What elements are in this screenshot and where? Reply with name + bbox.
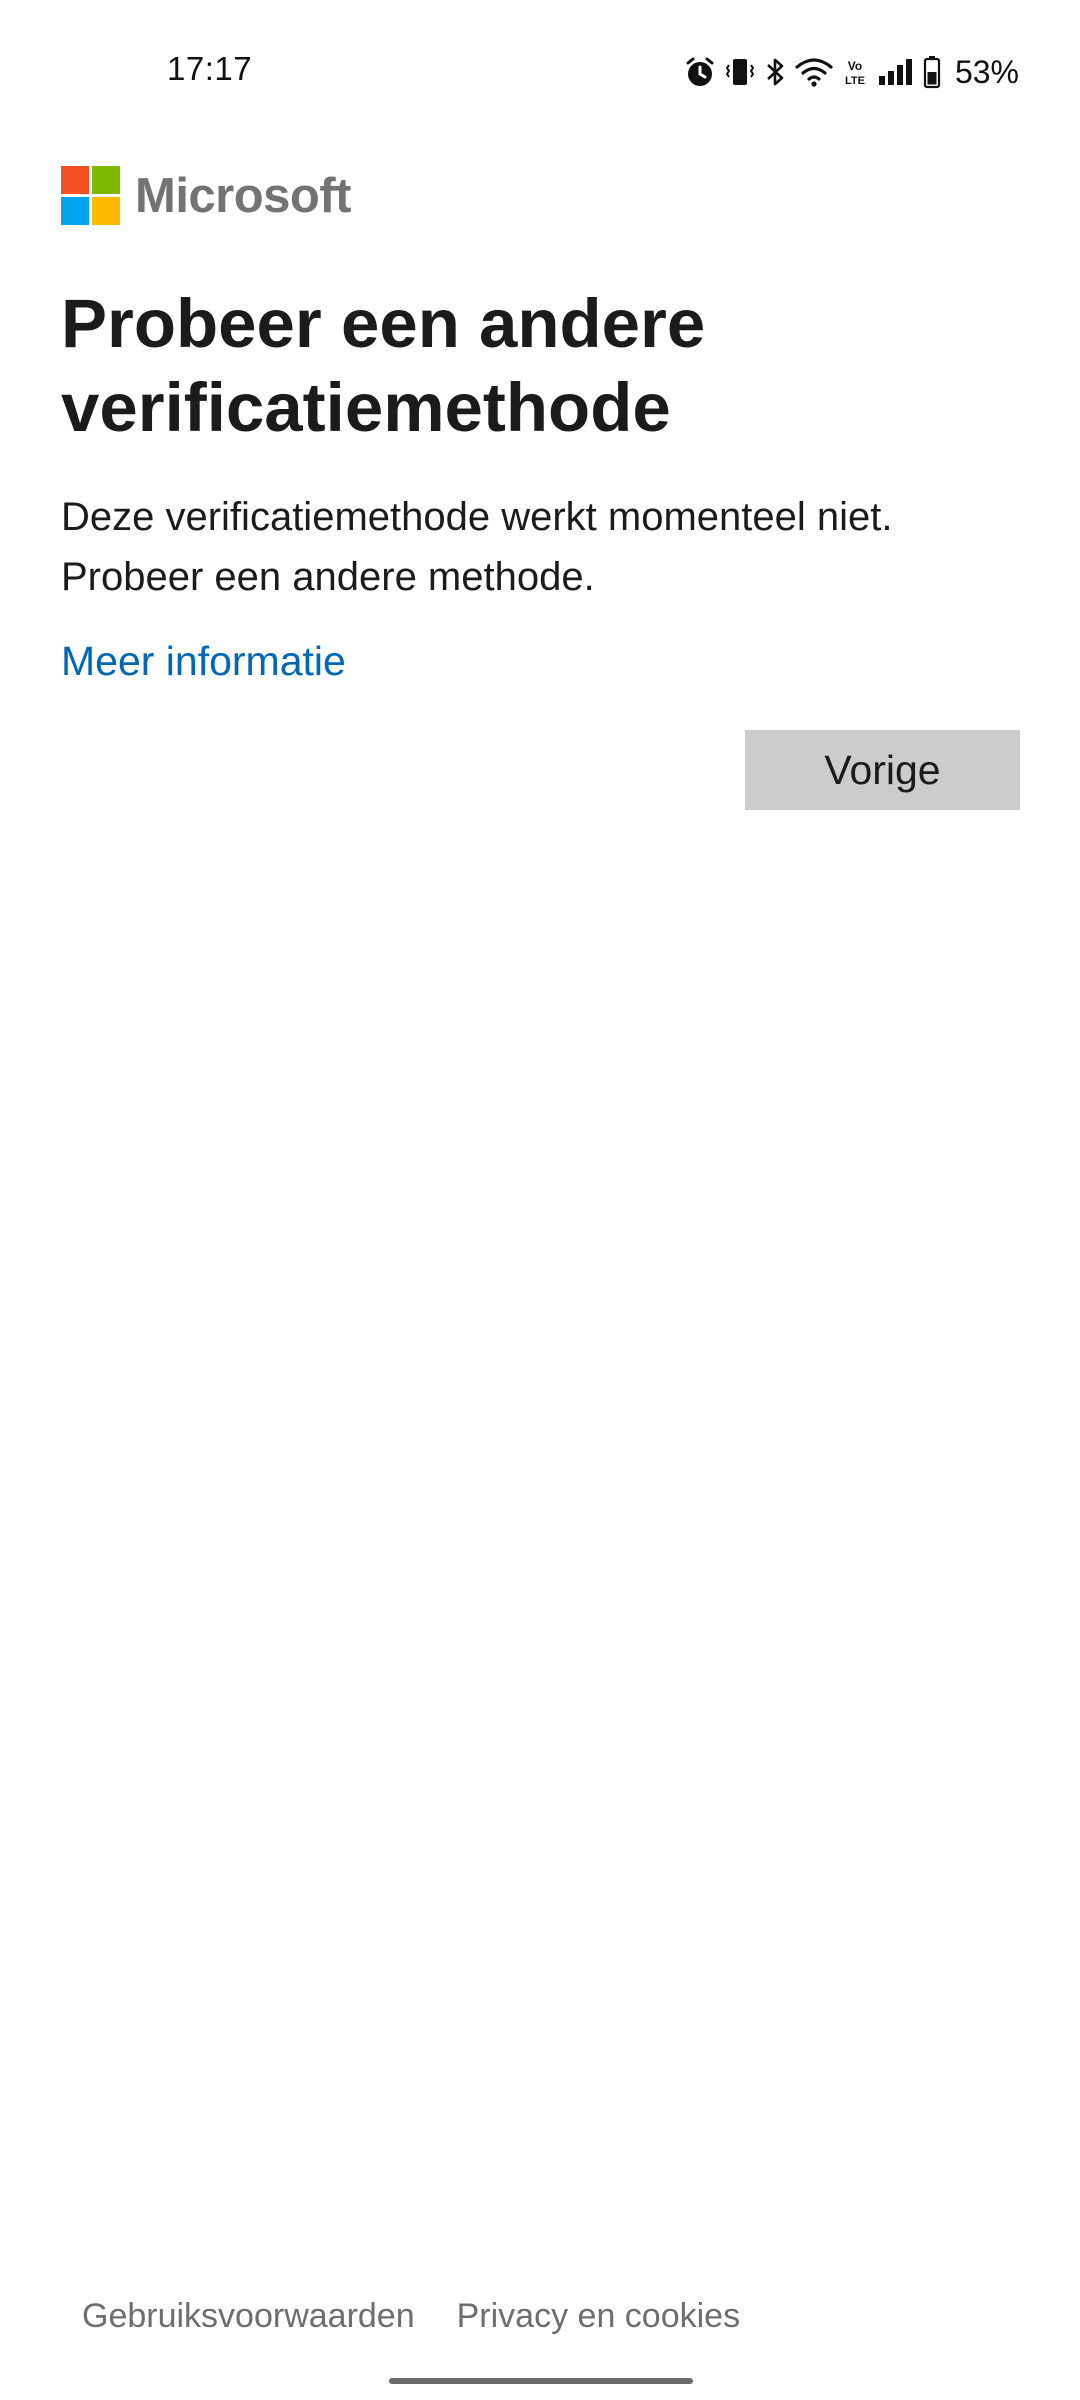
battery-percent: 53% [954, 53, 1019, 90]
vibrate-icon [725, 50, 755, 94]
microsoft-wordmark: Microsoft [135, 168, 352, 223]
description-text: Deze verificatiemethode werkt momenteel … [61, 495, 893, 599]
microsoft-logo: Microsoft [61, 166, 352, 225]
terms-link[interactable]: Gebruiksvoorwaarden [82, 2297, 415, 2336]
alarm-icon [685, 50, 715, 94]
signal-icon [877, 50, 913, 94]
status-time: 17:17 [167, 50, 253, 87]
back-button[interactable]: Vorige [745, 730, 1020, 810]
svg-text:LTE: LTE [845, 75, 865, 87]
page-title: Probeer een andere verificatiemethode [61, 285, 706, 446]
microsoft-logo-icon [61, 166, 120, 225]
bluetooth-icon [765, 50, 785, 94]
screen: 17:17 Vo LTE 53% Microsoft Probeer een a… [0, 0, 1080, 2400]
status-icons: Vo LTE 53% [685, 50, 1019, 94]
footer: Gebruiksvoorwaarden Privacy en cookies [82, 2297, 740, 2336]
wifi-icon [795, 50, 833, 94]
volte-icon: Vo LTE [843, 50, 867, 94]
status-bar: 17:17 Vo LTE 53% [0, 0, 1080, 140]
privacy-link[interactable]: Privacy en cookies [457, 2297, 740, 2336]
more-info-link[interactable]: Meer informatie [61, 638, 346, 685]
battery-icon [923, 50, 941, 94]
svg-text:Vo: Vo [848, 59, 862, 73]
home-indicator[interactable] [389, 2378, 693, 2384]
